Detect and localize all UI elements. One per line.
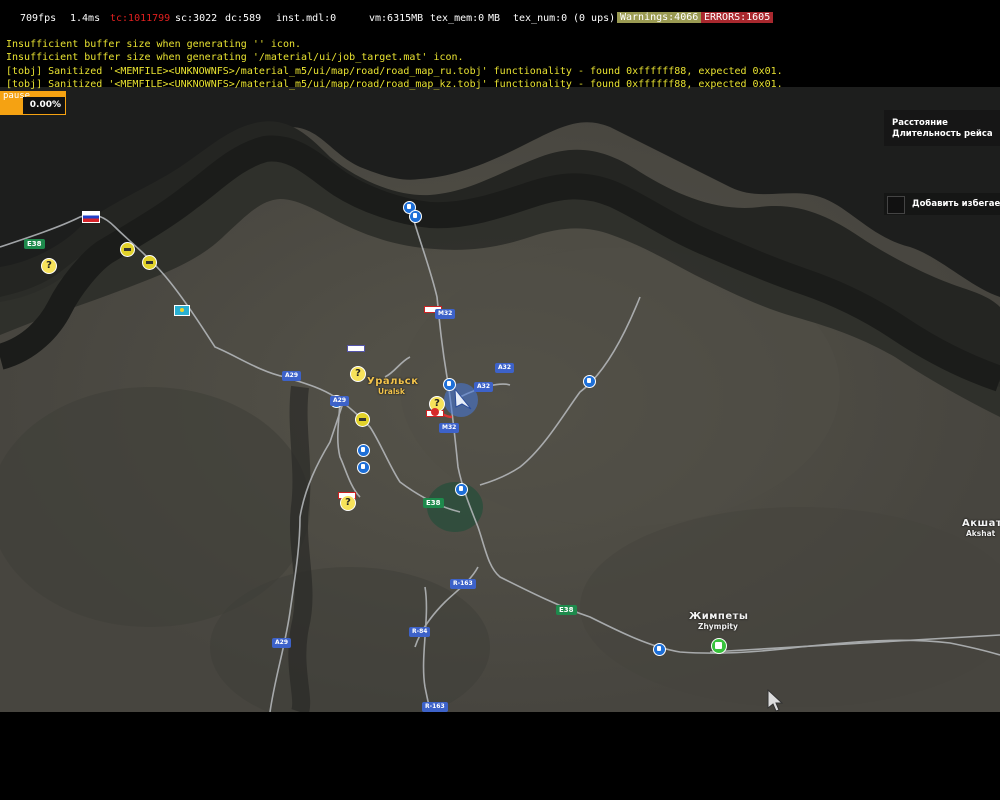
city-label-akshat: Акшат xyxy=(962,518,1000,529)
road-shield: A32 xyxy=(474,382,493,392)
console-line: [tobj] Sanitized '<MEMFILE><UNKNOWNFS>/m… xyxy=(6,78,783,90)
tex-mem-unit: MB xyxy=(488,13,501,24)
gas-station-icon[interactable] xyxy=(443,378,456,391)
road-shield: R-84 xyxy=(409,627,431,637)
add-avoid-button[interactable]: Добавить избегаемое xyxy=(884,193,1000,215)
depot-icon[interactable] xyxy=(711,638,727,654)
frame-time-readout: 1.4ms xyxy=(70,13,101,24)
question-mark-icon[interactable]: ? xyxy=(350,366,366,382)
question-mark-icon[interactable]: ? xyxy=(340,495,356,511)
gas-station-icon[interactable] xyxy=(583,375,596,388)
tex-mem-readout: tex_mem:0 xyxy=(430,13,485,24)
mouse-cursor-icon xyxy=(767,689,783,712)
company-sign-icon xyxy=(347,345,365,352)
russia-flag-icon xyxy=(82,211,100,223)
service-icon[interactable] xyxy=(355,412,370,427)
warnings-badge: Warnings:4066 xyxy=(617,12,702,23)
kazakhstan-flag-icon xyxy=(174,305,190,316)
world-map[interactable]: ? ? ? ? Уральск Uralsk Жимпеты Zhympity … xyxy=(0,87,1000,712)
console-line: Insufficient buffer size when generating… xyxy=(6,39,302,50)
duration-label: Длительность рейса xyxy=(892,129,993,139)
tex-num-readout: tex_num:0 xyxy=(513,13,568,24)
road-shield: A29 xyxy=(282,371,301,381)
road-shield: E38 xyxy=(24,239,45,249)
dc-readout: dc:589 xyxy=(225,13,262,24)
console-line: Insufficient buffer size when generating… xyxy=(6,52,464,64)
gas-station-icon[interactable] xyxy=(357,444,370,457)
ups-readout: (0 ups) xyxy=(573,13,616,24)
gas-station-icon[interactable] xyxy=(357,461,370,474)
gas-station-icon[interactable] xyxy=(653,643,666,656)
console-log: Insufficient buffer size when generating… xyxy=(6,38,783,91)
road-shield: R-163 xyxy=(450,579,476,589)
errors-badge: ERRORS:1605 xyxy=(701,12,774,23)
fps-readout: 709fps xyxy=(20,13,57,24)
road-shield: E38 xyxy=(423,498,444,508)
distance-label: Расстояние xyxy=(892,118,948,128)
road-shield: M32 xyxy=(439,423,460,433)
road-shield: A29 xyxy=(272,638,291,648)
gas-station-icon[interactable] xyxy=(409,210,422,223)
gas-station-icon[interactable] xyxy=(455,483,468,496)
vm-readout: vm:6315MB xyxy=(369,13,424,24)
city-sublabel-zhympity: Zhympity xyxy=(698,622,738,631)
city-label-uralsk: Уральск xyxy=(367,376,419,387)
service-icon[interactable] xyxy=(120,242,135,257)
pause-value: 0.00% xyxy=(23,97,65,114)
console-line: [tobj] Sanitized '<MEMFILE><UNKNOWNFS>/m… xyxy=(6,65,783,77)
pause-indicator: pause 0.00% xyxy=(0,91,66,115)
road-shield: E38 xyxy=(556,605,577,615)
debug-stats-bar: 709fps 1.4ms tc:1011799 sc:3022 dc:589 i… xyxy=(0,0,1000,28)
job-target-marker[interactable] xyxy=(431,408,439,416)
map-terrain xyxy=(0,87,1000,712)
city-label-zhympity: Жимпеты xyxy=(689,611,749,622)
road-shield: R-163 xyxy=(422,702,448,712)
avoid-checkbox[interactable] xyxy=(887,196,905,214)
service-icon[interactable] xyxy=(142,255,157,270)
city-sublabel-uralsk: Uralsk xyxy=(378,387,405,396)
inst-readout: inst.mdl:0 xyxy=(276,13,337,24)
road-shield: A32 xyxy=(495,363,514,373)
avoid-label: Добавить избегаемое xyxy=(912,199,1000,209)
sc-readout: sc:3022 xyxy=(175,13,218,24)
road-shield: M32 xyxy=(435,309,456,319)
road-shield: A29 xyxy=(330,396,349,406)
route-info-panel: Расстояние Длительность рейса xyxy=(884,110,1000,146)
question-mark-icon[interactable]: ? xyxy=(41,258,57,274)
tc-readout: tc:1011799 xyxy=(110,13,171,24)
city-sublabel-akshat: Akshat xyxy=(966,529,996,538)
